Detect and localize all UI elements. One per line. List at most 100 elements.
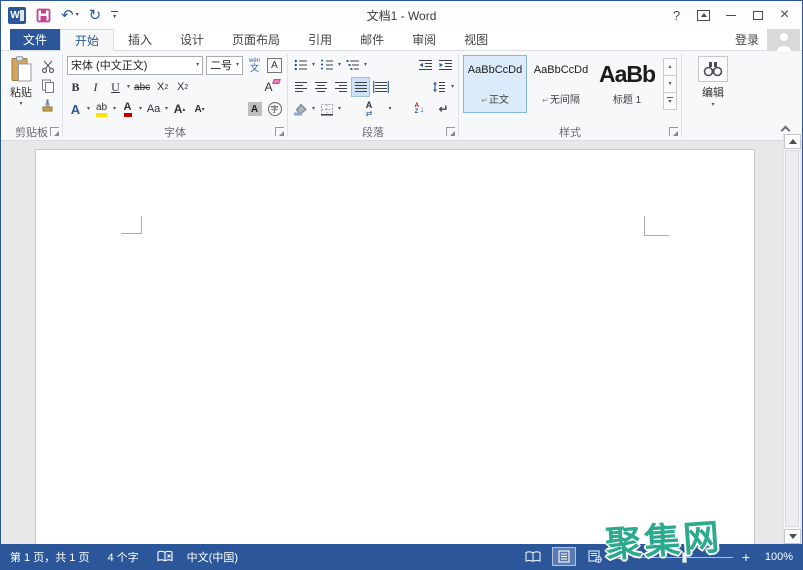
tab-home[interactable]: 开始 <box>60 29 114 51</box>
ribbon-display-options-button[interactable] <box>690 4 717 26</box>
format-painter-button[interactable] <box>39 98 56 114</box>
document-page[interactable] <box>35 149 755 544</box>
character-border-button[interactable]: A <box>266 56 283 74</box>
editing-menu-button[interactable] <box>698 56 728 82</box>
scroll-down-button[interactable] <box>784 529 801 544</box>
bullets-button[interactable] <box>292 56 309 74</box>
superscript-button[interactable]: X2 <box>174 78 191 96</box>
style-card-normal[interactable]: AaBbCcDd ↵正文 <box>463 55 527 113</box>
copy-button[interactable] <box>39 78 56 94</box>
phonetic-guide-button[interactable]: wén 文 <box>246 56 263 74</box>
numbering-button[interactable] <box>318 56 335 74</box>
text-effects-caret[interactable]: ▾ <box>87 106 90 112</box>
align-center-button[interactable] <box>312 78 329 96</box>
zoom-in-button[interactable]: + <box>740 550 752 564</box>
text-effects-button[interactable]: A <box>67 100 84 118</box>
qat-more-bar <box>111 11 118 12</box>
styles-dialog-launcher[interactable] <box>669 127 678 136</box>
show-hide-marks-button[interactable]: ↵ <box>435 100 452 118</box>
print-layout-button[interactable] <box>552 547 576 566</box>
line-spacing-caret[interactable]: ▾ <box>451 84 454 90</box>
highlight-caret[interactable]: ▾ <box>113 106 116 112</box>
numbering-caret[interactable]: ▾ <box>338 62 341 68</box>
proofing-status-button[interactable] <box>157 550 173 563</box>
line-spacing-button[interactable] <box>431 78 448 96</box>
sort-button[interactable]: A Z ↓ <box>411 100 428 118</box>
tab-references[interactable]: 引用 <box>294 29 346 50</box>
font-color-button[interactable]: A <box>119 100 136 118</box>
borders-caret[interactable]: ▾ <box>338 106 341 112</box>
asian-layout-button[interactable]: A ⇄ <box>361 100 378 118</box>
customize-qat-button[interactable]: ▾ <box>111 11 118 20</box>
sign-in-link[interactable]: 登录 <box>735 31 759 48</box>
distribute-button[interactable] <box>372 78 390 96</box>
close-button[interactable]: × <box>771 4 798 26</box>
help-button[interactable]: ? <box>663 4 690 26</box>
subscript-button[interactable]: X2 <box>154 78 171 96</box>
change-case-button[interactable]: Aa <box>145 100 162 118</box>
grow-font-button[interactable]: A▴ <box>171 100 188 118</box>
maximize-button[interactable] <box>744 4 771 26</box>
italic-button[interactable]: I <box>87 78 104 96</box>
borders-button[interactable] <box>318 100 335 118</box>
minimize-button[interactable] <box>717 4 744 26</box>
paragraph-dialog-launcher[interactable] <box>446 127 455 136</box>
underline-button[interactable]: U <box>107 78 124 96</box>
style-card-heading1[interactable]: AaBb 标题 1 <box>595 55 659 113</box>
paste-button[interactable]: 粘贴 ▾ <box>5 54 37 123</box>
undo-dropdown-caret[interactable]: ▾ <box>76 12 79 18</box>
tab-mailings[interactable]: 邮件 <box>346 29 398 50</box>
avatar[interactable] <box>767 29 800 51</box>
asian-layout-caret[interactable]: ▾ <box>389 106 392 112</box>
clear-formatting-button[interactable]: A <box>260 78 277 96</box>
style-card-no-spacing[interactable]: AaBbCcDd ↵无间隔 <box>529 55 593 113</box>
highlight-color-button[interactable]: ab <box>93 100 110 118</box>
cut-button[interactable] <box>39 58 56 74</box>
tab-review[interactable]: 审阅 <box>398 29 450 50</box>
redo-button[interactable]: ↻ <box>89 8 102 23</box>
zoom-level[interactable]: 100% <box>759 551 793 563</box>
tab-insert[interactable]: 插入 <box>114 29 166 50</box>
font-color-caret[interactable]: ▾ <box>139 106 142 112</box>
bullets-caret[interactable]: ▾ <box>312 62 315 68</box>
font-dialog-launcher[interactable] <box>275 127 284 136</box>
multilevel-list-button[interactable] <box>344 56 361 74</box>
scroll-up-button[interactable] <box>784 134 801 149</box>
word-count-status[interactable]: 4 个字 <box>107 549 138 565</box>
page-number-status[interactable]: 第 1 页，共 1 页 <box>10 549 89 565</box>
word-app-icon[interactable]: W <box>8 7 26 24</box>
save-button[interactable] <box>36 8 51 23</box>
font-name-select[interactable]: 宋体 (中文正文) ▾ <box>67 56 203 75</box>
tab-design[interactable]: 设计 <box>166 29 218 50</box>
character-shading-button[interactable]: A <box>246 100 263 118</box>
language-status[interactable]: 中文(中国) <box>187 549 238 565</box>
read-mode-button[interactable] <box>521 547 545 566</box>
shading-caret[interactable]: ▾ <box>312 106 315 112</box>
vertical-scrollbar[interactable] <box>783 134 800 544</box>
font-size-select[interactable]: 二号 ▾ <box>206 56 243 75</box>
increase-indent-button[interactable] <box>437 56 454 74</box>
align-right-button[interactable] <box>332 78 349 96</box>
shrink-font-button[interactable]: A▾ <box>191 100 208 118</box>
tab-view[interactable]: 视图 <box>450 29 502 50</box>
style-scroll-up-button[interactable]: ▴ <box>663 58 677 76</box>
scrollbar-thumb[interactable] <box>785 150 799 527</box>
strikethrough-button[interactable]: abc <box>133 78 151 96</box>
underline-caret[interactable]: ▾ <box>127 84 130 90</box>
web-layout-button[interactable] <box>583 547 607 566</box>
bold-button[interactable]: B <box>67 78 84 96</box>
undo-button[interactable]: ↶ ▾ <box>61 8 79 23</box>
multilevel-caret[interactable]: ▾ <box>364 62 367 68</box>
decrease-indent-button[interactable] <box>417 56 434 74</box>
change-case-caret[interactable]: ▾ <box>165 106 168 112</box>
style-gallery-more-button[interactable]: ▾ <box>663 92 677 110</box>
clipboard-dialog-launcher[interactable] <box>50 127 59 136</box>
tab-page-layout[interactable]: 页面布局 <box>218 29 294 50</box>
shading-button[interactable] <box>292 100 309 118</box>
paste-caret[interactable]: ▾ <box>19 101 22 107</box>
justify-button[interactable] <box>352 78 369 96</box>
tab-file[interactable]: 文件 <box>10 29 60 50</box>
enclose-characters-button[interactable]: 字 <box>266 100 283 118</box>
style-scroll-down-button[interactable]: ▾ <box>663 75 677 93</box>
align-left-button[interactable] <box>292 78 309 96</box>
